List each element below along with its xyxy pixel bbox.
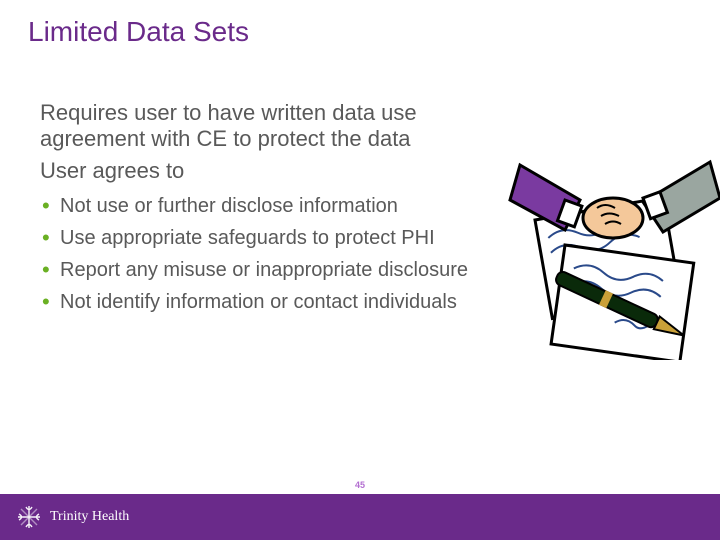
footer-bar: Trinity Health: [0, 494, 720, 540]
list-item: Not use or further disclose information: [40, 194, 470, 218]
footer-brand: Trinity Health: [0, 494, 720, 540]
list-item: Not identify information or contact indi…: [40, 290, 470, 314]
list-item: Report any misuse or inappropriate discl…: [40, 258, 470, 282]
brand-cross-icon: [16, 504, 42, 530]
lead-paragraph-2: User agrees to: [40, 158, 470, 184]
lead-paragraph-1: Requires user to have written data use a…: [40, 100, 470, 152]
content-block: Requires user to have written data use a…: [40, 100, 470, 322]
bullet-list: Not use or further disclose information …: [40, 194, 470, 314]
list-item: Use appropriate safeguards to protect PH…: [40, 226, 470, 250]
page-number: 45: [0, 480, 720, 490]
brand-name: Trinity Health: [50, 509, 129, 525]
slide: Limited Data Sets Requires user to have …: [0, 0, 720, 540]
handshake-document-illustration: [505, 150, 720, 360]
slide-title: Limited Data Sets: [28, 16, 249, 48]
